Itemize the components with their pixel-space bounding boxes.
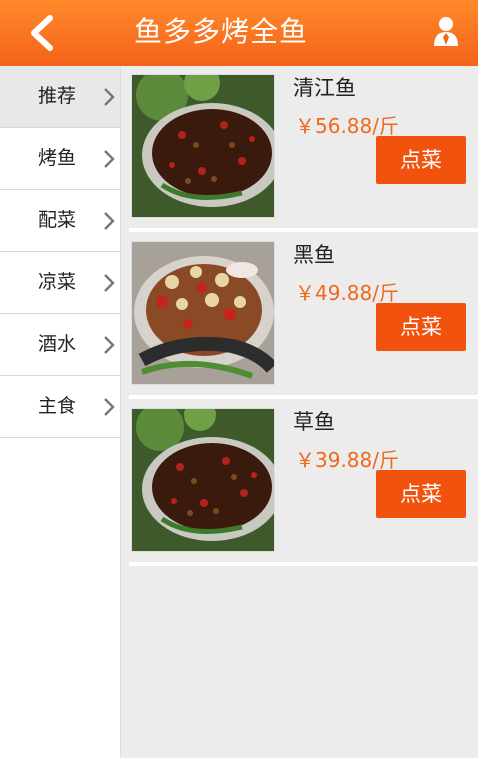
dish-card[interactable]: 清江鱼 ￥56.88/斤 点菜 [129, 66, 478, 232]
order-button[interactable]: 点菜 [376, 136, 466, 184]
chevron-right-icon [104, 150, 115, 168]
user-icon [434, 17, 458, 46]
chevron-right-icon [104, 274, 115, 292]
order-button[interactable]: 点菜 [376, 470, 466, 518]
chevron-right-icon [104, 212, 115, 230]
dish-photo [131, 241, 275, 385]
dish-list: 清江鱼 ￥56.88/斤 点菜 黑鱼 ￥49.88/斤 点菜 草鱼 ￥39.88… [121, 66, 478, 758]
grilled-fish-image [132, 409, 274, 551]
grilled-fish-image [132, 75, 274, 217]
order-button[interactable]: 点菜 [376, 303, 466, 351]
page-title: 鱼多多烤全鱼 [134, 15, 309, 48]
user-button[interactable] [432, 14, 460, 48]
category-item-grilled-fish[interactable]: 烤鱼 [0, 128, 120, 190]
category-label: 推荐 [38, 85, 77, 107]
category-label: 主食 [38, 395, 77, 417]
dish-name: 清江鱼 [293, 76, 356, 100]
grilled-fish-image [132, 242, 274, 384]
back-button[interactable] [22, 12, 62, 54]
category-sidebar: 推荐 烤鱼 配菜 凉菜 酒水 主食 [0, 66, 121, 758]
dish-card[interactable]: 黑鱼 ￥49.88/斤 点菜 [129, 233, 478, 399]
chevron-left-icon [31, 15, 53, 51]
category-item-side-dishes[interactable]: 配菜 [0, 190, 120, 252]
category-label: 酒水 [38, 333, 77, 355]
dish-photo [131, 74, 275, 218]
dish-card[interactable]: 草鱼 ￥39.88/斤 点菜 [129, 400, 478, 566]
category-item-drinks[interactable]: 酒水 [0, 314, 120, 376]
dish-photo [131, 408, 275, 552]
category-item-recommended[interactable]: 推荐 [0, 66, 120, 128]
chevron-right-icon [104, 336, 115, 354]
category-item-cold-dishes[interactable]: 凉菜 [0, 252, 120, 314]
top-bar: 鱼多多烤全鱼 [0, 0, 478, 66]
chevron-right-icon [104, 398, 115, 416]
chevron-right-icon [104, 88, 115, 106]
category-label: 配菜 [38, 209, 77, 231]
category-item-staple-food[interactable]: 主食 [0, 376, 120, 438]
dish-name: 黑鱼 [293, 243, 335, 267]
dish-name: 草鱼 [293, 410, 335, 434]
category-label: 凉菜 [38, 271, 77, 293]
category-label: 烤鱼 [38, 147, 77, 169]
